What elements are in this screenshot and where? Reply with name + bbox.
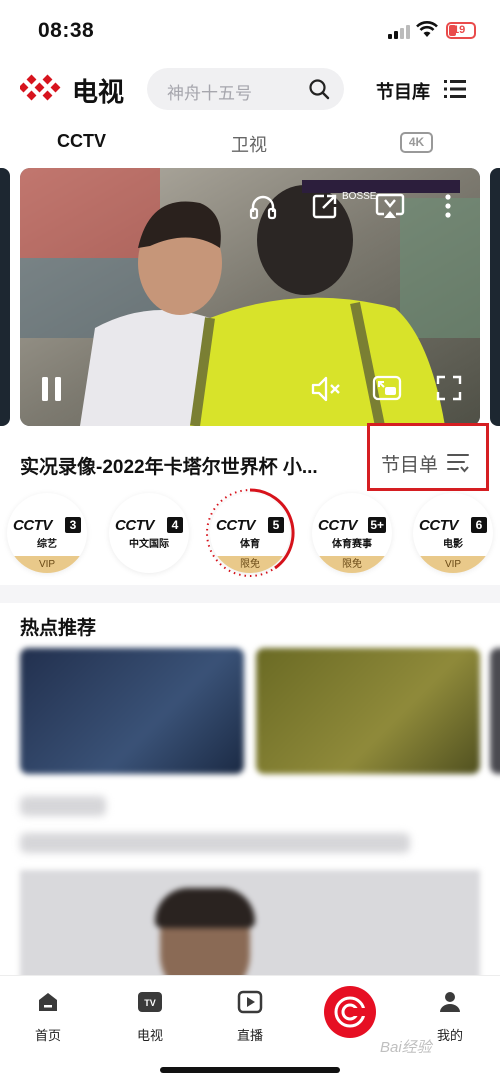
blurred-section-label	[20, 796, 106, 816]
nav-tv[interactable]: TV 电视	[120, 990, 180, 1044]
app-title: 电视	[72, 77, 125, 107]
mute-icon[interactable]	[310, 375, 342, 403]
nav-live-label: 直播	[236, 1028, 263, 1043]
channel-cctv6[interactable]: CCTV 6 电影 VIP	[413, 493, 493, 573]
channel-subtitle: 电影	[443, 539, 463, 550]
home-icon	[39, 993, 57, 1011]
signal-icon	[388, 24, 410, 39]
app-logo-icon	[20, 74, 61, 101]
status-time: 08:38	[38, 19, 95, 42]
free-badge: 限免	[312, 556, 392, 573]
recommend-card-peek	[490, 648, 500, 774]
nav-tv-label: 电视	[136, 1028, 163, 1043]
tv-icon: TV	[138, 992, 162, 1012]
status-bar: 08:38 19	[0, 0, 500, 60]
more-options-icon[interactable]	[443, 194, 453, 218]
channel-subtitle: 体育	[240, 539, 260, 550]
blurred-headline	[20, 833, 410, 853]
recommend-card[interactable]	[20, 648, 244, 774]
vip-badge: VIP	[413, 556, 493, 573]
hot-recommend-title: 热点推荐	[20, 618, 97, 639]
list-menu-icon[interactable]	[444, 78, 466, 100]
score-text: BOSSE	[342, 191, 377, 202]
pause-icon[interactable]	[40, 376, 64, 402]
prev-card-peek	[0, 168, 10, 426]
video-player[interactable]: BOSSE	[20, 168, 480, 426]
share-icon[interactable]	[312, 193, 338, 219]
channel-subtitle: 体育赛事	[332, 539, 372, 550]
live-play-icon	[237, 990, 263, 1014]
wifi-icon	[416, 21, 438, 37]
score-overlay: BOSSE	[302, 180, 460, 202]
fullscreen-icon[interactable]	[436, 375, 462, 401]
cctv-logo-icon: CCTV 5	[216, 517, 284, 534]
recommend-card[interactable]	[256, 648, 480, 774]
vip-badge: VIP	[7, 556, 87, 573]
channel-cctv3[interactable]: CCTV 3 综艺 VIP	[7, 493, 87, 573]
nav-home-label: 首页	[34, 1028, 61, 1043]
channel-cctv5[interactable]: CCTV 5 体育 限免	[210, 493, 290, 573]
cctv-logo-icon: CCTV 6	[419, 517, 487, 534]
search-bar[interactable]: 神舟十五号	[147, 68, 344, 110]
cctv-logo-icon: CCTV 4	[115, 517, 183, 534]
free-badge: 限免	[210, 556, 290, 573]
next-card-peek	[490, 168, 500, 426]
cctv-logo-icon: CCTV 3	[13, 517, 81, 534]
battery-level: 19	[453, 24, 466, 36]
highlight-annotation-box	[367, 423, 489, 491]
channel-cctv4[interactable]: CCTV 4 中文国际	[109, 493, 189, 573]
nav-home[interactable]: 首页	[18, 990, 78, 1044]
current-program-title: 实况录像-2022年卡塔尔世界杯 小...	[20, 457, 318, 478]
home-indicator	[160, 1067, 340, 1073]
search-icon[interactable]	[308, 78, 330, 100]
channel-subtitle: 综艺	[37, 539, 57, 550]
svg-text:TV: TV	[144, 998, 156, 1008]
cctv-center-button[interactable]	[324, 986, 376, 1038]
watermark: Bai经验	[380, 1039, 432, 1056]
nav-live[interactable]: 直播	[220, 990, 280, 1044]
channel-cctv5plus[interactable]: CCTV 5+ 体育赛事 限免	[312, 493, 392, 573]
news-thumbnail[interactable]	[20, 870, 480, 990]
tab-satellite[interactable]: 卫视	[231, 131, 267, 157]
cctv-center-icon	[334, 996, 366, 1028]
battery-icon: 19	[446, 22, 476, 39]
tab-4k[interactable]: 4K	[400, 132, 433, 153]
picture-in-picture-icon[interactable]	[372, 374, 402, 402]
program-library-button[interactable]: 节目库	[376, 78, 430, 104]
audio-only-icon[interactable]	[249, 194, 277, 220]
section-divider	[0, 585, 500, 603]
search-placeholder: 神舟十五号	[167, 84, 252, 103]
channel-subtitle: 中文国际	[129, 539, 169, 550]
tab-cctv[interactable]: CCTV	[57, 131, 106, 152]
profile-icon	[440, 992, 460, 1012]
cast-tv-icon[interactable]	[375, 193, 405, 219]
cctv-logo-icon: CCTV 5+	[318, 517, 386, 534]
